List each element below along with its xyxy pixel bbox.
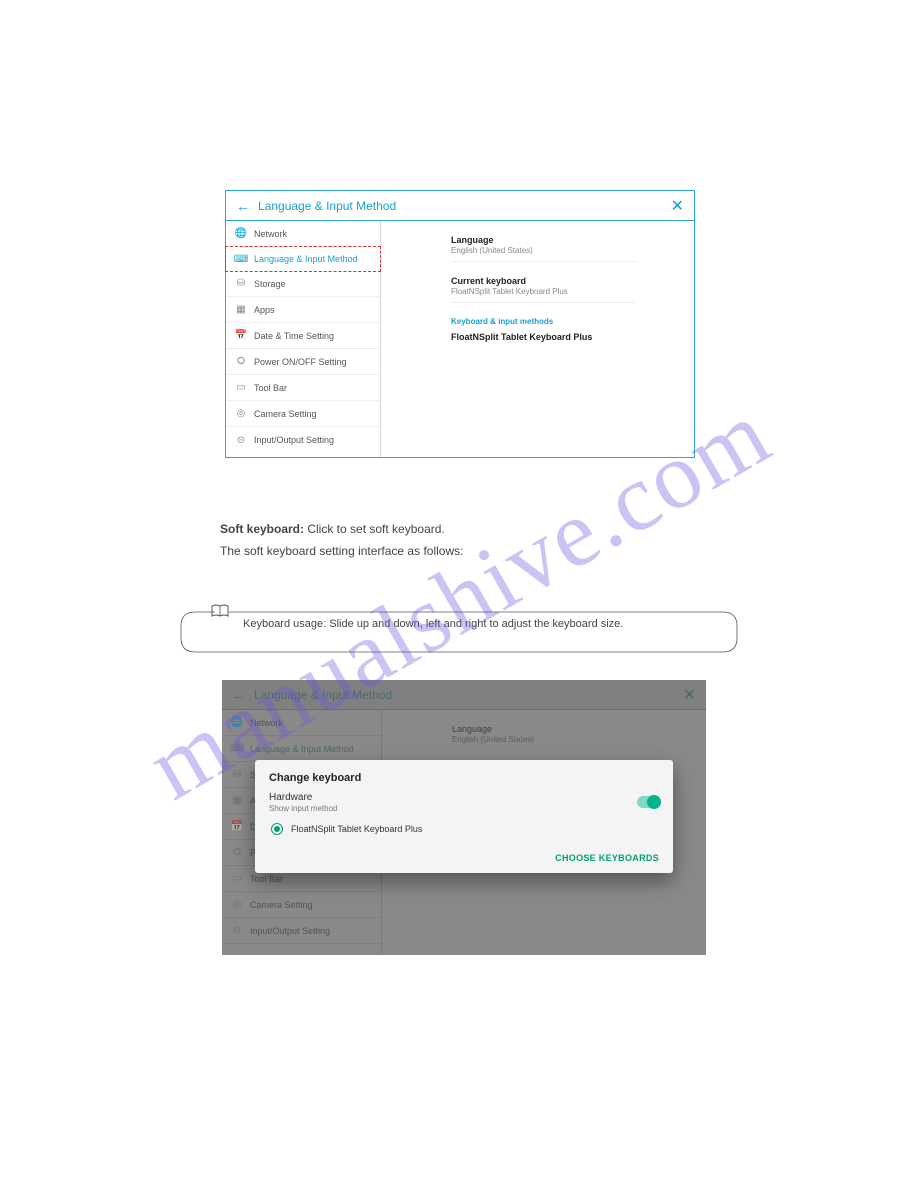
- sidebar-item-date-time[interactable]: 📅 Date & Time Setting: [226, 323, 380, 349]
- keyboard-option-label: FloatNSplit Tablet Keyboard Plus: [291, 824, 422, 834]
- globe-icon: 🌐: [234, 228, 248, 239]
- dialog-title: Change keyboard: [269, 772, 659, 784]
- sidebar-item-language-input[interactable]: ⌨ Language & Input Method: [225, 246, 381, 272]
- sidebar-item-label: Network: [254, 229, 287, 239]
- sidebar-item-network[interactable]: 🌐 Network: [226, 221, 380, 247]
- sidebar-item-camera[interactable]: ◎ Camera Setting: [226, 401, 380, 427]
- current-keyboard-block[interactable]: Current keyboard FloatNSplit Tablet Keyb…: [451, 276, 636, 303]
- hardware-row: Hardware Show input method: [269, 792, 659, 813]
- hardware-toggle[interactable]: [637, 796, 659, 808]
- sidebar-item-storage[interactable]: ⛁ Storage: [226, 271, 380, 297]
- input-method-label: FloatNSplit Tablet Keyboard Plus: [451, 332, 636, 342]
- window-title: Language & Input Method: [258, 199, 396, 213]
- content-panel: Language English (United States) Current…: [381, 221, 694, 457]
- keyboard-methods-section: Keyboard & input methods: [451, 317, 680, 326]
- note-text: Keyboard usage: Slide up and down, left …: [243, 618, 623, 630]
- language-value: English (United States): [451, 246, 636, 255]
- sidebar-item-label: Storage: [254, 279, 286, 289]
- keyboard-value: FloatNSplit Tablet Keyboard Plus: [451, 287, 636, 296]
- io-icon: ⊝: [234, 435, 248, 446]
- choose-keyboards-button[interactable]: CHOOSE KEYBOARDS: [269, 853, 659, 863]
- sidebar-item-label: Date & Time Setting: [254, 331, 334, 341]
- caption-text: Soft keyboard: Click to set soft keyboar…: [220, 520, 690, 560]
- sidebar-item-toolbar[interactable]: ▭ Tool Bar: [226, 375, 380, 401]
- radio-selected-icon[interactable]: [271, 823, 283, 835]
- caption-rest: Click to set soft keyboard.: [304, 522, 445, 536]
- keyboard-icon: ⌨: [234, 254, 248, 265]
- sidebar-item-label: Power ON/OFF Setting: [254, 357, 347, 367]
- close-icon[interactable]: ✕: [671, 196, 684, 216]
- storage-icon: ⛁: [234, 278, 248, 289]
- sidebar-item-power[interactable]: ⭘ Power ON/OFF Setting: [226, 349, 380, 375]
- settings-window-1: ← Language & Input Method ✕ 🌐 Network ⌨ …: [225, 190, 695, 458]
- titlebar: ← Language & Input Method ✕: [226, 191, 694, 221]
- sidebar-item-apps[interactable]: ▦ Apps: [226, 297, 380, 323]
- sidebar-item-label: Apps: [254, 305, 275, 315]
- input-method-row[interactable]: FloatNSplit Tablet Keyboard Plus: [451, 332, 636, 348]
- hardware-label: Hardware: [269, 792, 338, 803]
- sidebar: 🌐 Network ⌨ Language & Input Method ⛁ St…: [226, 221, 381, 457]
- caption-second: The soft keyboard setting interface as f…: [220, 542, 690, 560]
- back-icon[interactable]: ←: [236, 198, 250, 214]
- apps-icon: ▦: [234, 304, 248, 315]
- power-icon: ⭘: [234, 356, 248, 367]
- keyboard-option-row[interactable]: FloatNSplit Tablet Keyboard Plus: [271, 823, 659, 835]
- sidebar-item-label: Input/Output Setting: [254, 435, 334, 445]
- sidebar-item-label: Tool Bar: [254, 383, 287, 393]
- camera-icon: ◎: [234, 408, 248, 419]
- change-keyboard-dialog: Change keyboard Hardware Show input meth…: [255, 760, 673, 873]
- settings-window-2: ← Language & Input Method ✕ 🌐 Network ⌨ …: [222, 680, 706, 955]
- sidebar-item-label: Camera Setting: [254, 409, 317, 419]
- language-block[interactable]: Language English (United States): [451, 235, 636, 262]
- sidebar-item-label: Language & Input Method: [254, 254, 358, 264]
- toolbar-icon: ▭: [234, 382, 248, 393]
- note-box: Keyboard usage: Slide up and down, left …: [175, 604, 743, 654]
- hardware-sublabel: Show input method: [269, 804, 338, 813]
- keyboard-heading: Current keyboard: [451, 276, 636, 286]
- sidebar-item-io[interactable]: ⊝ Input/Output Setting: [226, 427, 380, 453]
- caption-bold: Soft keyboard:: [220, 522, 304, 536]
- calendar-icon: 📅: [234, 330, 248, 341]
- language-heading: Language: [451, 235, 636, 245]
